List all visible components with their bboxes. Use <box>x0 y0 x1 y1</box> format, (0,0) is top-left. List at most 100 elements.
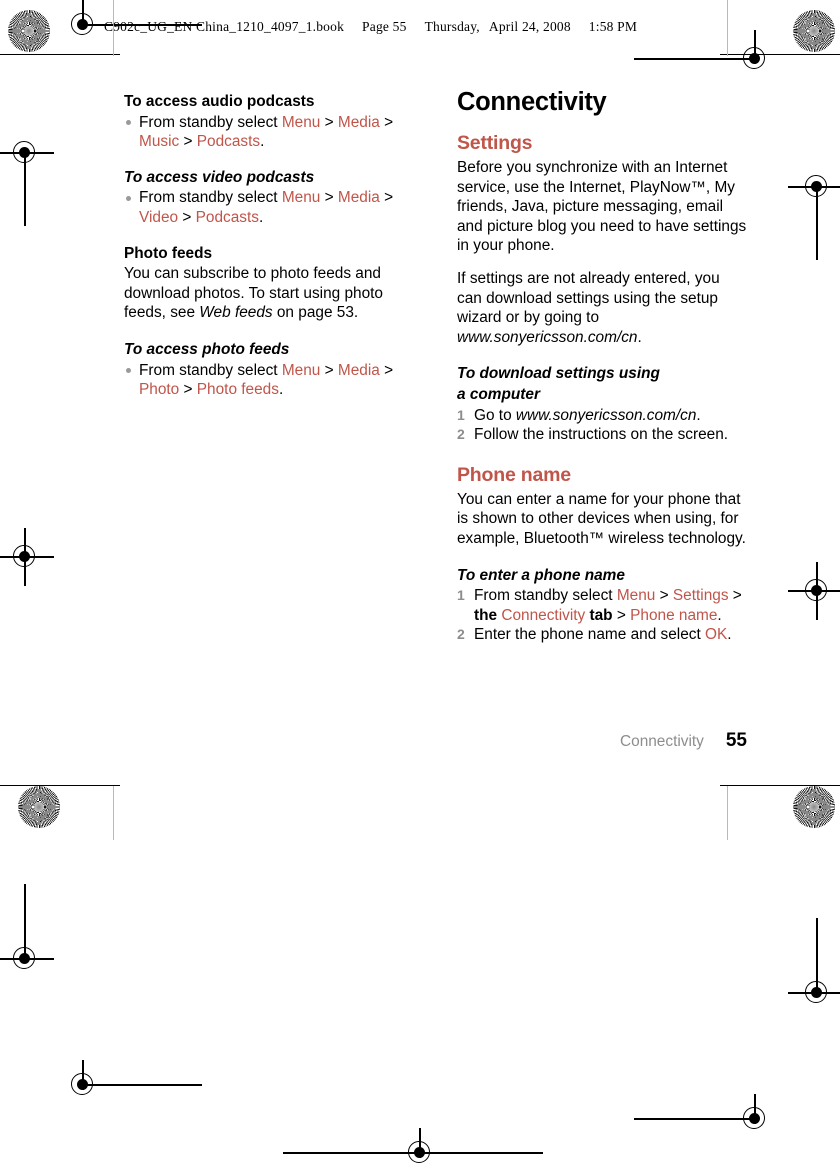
sep: > <box>320 361 338 379</box>
registration-target-top-left <box>66 0 202 42</box>
registration-target-bottom-left <box>66 1060 202 1102</box>
procedure-photo-feeds: From standby select Menu > Media > Photo… <box>124 361 424 400</box>
period: . <box>637 328 642 346</box>
period: . <box>260 133 265 151</box>
sep: > <box>179 133 197 151</box>
slug-filename: C902c_UG_EN China_1210_4097_1.book <box>104 19 345 34</box>
list-item: 2 Enter the phone name and select OK. <box>457 625 747 645</box>
registration-target-top-right <box>634 30 772 76</box>
sep: > <box>178 208 196 226</box>
heading-to-access-audio-podcasts: To access audio podcasts <box>124 93 315 110</box>
footer-chapter-name: Connectivity <box>620 733 704 750</box>
period: . <box>727 626 732 644</box>
sep: > <box>179 381 197 399</box>
slug-date: April 24, 2008 <box>488 19 571 34</box>
registration-starburst-top-right <box>793 10 835 52</box>
crop-rule-vertical-bottom-right <box>727 786 729 840</box>
menu-link-podcasts[interactable]: Podcasts <box>196 209 259 226</box>
procedure-audio-podcasts: From standby select Menu > Media > Music… <box>124 113 424 152</box>
registration-target-right-upper <box>788 170 840 260</box>
heading-to-download-settings-line2: a computer <box>457 385 540 403</box>
step-lead: Go to <box>474 406 516 424</box>
menu-link-podcasts[interactable]: Podcasts <box>197 133 260 150</box>
procedure-download-settings: 1 Go to www.sonyericsson.com/cn. 2 Follow … <box>457 406 747 445</box>
period: . <box>278 381 284 399</box>
footer-page-number: 55 <box>725 730 747 751</box>
menu-link-media[interactable]: Media <box>338 114 380 131</box>
registration-target-left-lower <box>0 884 54 976</box>
sep: > <box>320 113 338 131</box>
crop-rule-bottom-left <box>0 785 120 787</box>
bullet-dot-icon <box>126 195 131 201</box>
paragraph-photo-feeds: You can subscribe to photo feeds and dow… <box>124 264 424 323</box>
step-lead: From standby select <box>474 587 617 605</box>
crop-rule-vertical-top-right <box>727 0 729 56</box>
menu-link-video[interactable]: Video <box>139 209 178 226</box>
step-lead: Follow the instructions on the screen. <box>474 426 729 444</box>
sep: > <box>320 189 338 207</box>
menu-link-phone-name[interactable]: Phone name <box>630 607 717 624</box>
chapter-title: Connectivity <box>457 88 607 116</box>
step-lead: From standby select <box>139 113 282 131</box>
menu-link-menu[interactable]: Menu <box>282 189 321 206</box>
registration-target-bottom-center <box>283 1128 543 1170</box>
menu-link-settings[interactable]: Settings <box>673 587 729 604</box>
procedure-video-podcasts: From standby select Menu > Media > Video… <box>124 188 424 227</box>
period: . <box>258 208 264 226</box>
cross-reference-web-feeds: Web feeds <box>199 304 273 322</box>
paragraph-phone-name: You can enter a name for your phone that… <box>457 490 746 547</box>
list-item: 2 Follow the instructions on the screen. <box>457 425 747 445</box>
sep: > <box>379 113 394 131</box>
menu-link-connectivity[interactable]: Connectivity <box>501 607 585 624</box>
menu-link-music[interactable]: Music <box>139 133 179 150</box>
crop-rule-vertical-bottom-left <box>113 786 115 840</box>
slug-weekday: Thursday, <box>424 19 480 34</box>
registration-target-right-lower <box>788 918 840 1010</box>
bullet-dot-icon <box>126 368 131 374</box>
sep: > <box>612 606 631 624</box>
section-heading-phone-name: Phone name <box>457 463 571 486</box>
heading-to-access-video-podcasts: To access video podcasts <box>124 168 315 186</box>
slug-line: C902c_UG_EN China_1210_4097_1.book Page 5… <box>104 19 637 35</box>
step-number: 1 <box>457 406 465 423</box>
registration-starburst-top-left <box>8 10 50 52</box>
slug-page-label: Page 55 <box>362 19 407 34</box>
crop-rule-top-right <box>720 54 840 56</box>
crop-rule-top-left <box>0 54 120 56</box>
menu-link-menu[interactable]: Menu <box>282 114 321 131</box>
heading-to-download-settings-line1: To download settings using <box>457 365 660 383</box>
menu-link-media[interactable]: Media <box>338 189 380 206</box>
registration-target-right-middle <box>788 562 840 620</box>
paragraph-text-a: If settings are not already entered, you… <box>457 269 720 327</box>
paragraph-text-b: on page 53. <box>272 304 359 322</box>
sep: > <box>728 587 742 605</box>
paragraph-settings-download: If settings are not already entered, you… <box>457 269 747 347</box>
url-sonyericsson[interactable]: www.sonyericsson.com/cn <box>457 329 637 346</box>
sep: > <box>379 361 394 379</box>
paragraph-settings-intro: Before you synchronize with an Internet … <box>457 159 747 255</box>
list-item: 1 From standby select Menu > Settings > t… <box>457 586 747 625</box>
menu-link-menu[interactable]: Menu <box>617 587 656 604</box>
menu-link-menu[interactable]: Menu <box>282 362 321 379</box>
sep: > <box>379 189 394 207</box>
list-item: 1 Go to www.sonyericsson.com/cn. <box>457 406 747 426</box>
url-sonyericsson[interactable]: www.sonyericsson.com/cn <box>516 407 696 424</box>
slug-time: 1:58 PM <box>588 19 638 34</box>
heading-photo-feeds: Photo feeds <box>124 244 213 262</box>
period: . <box>696 406 701 424</box>
registration-target-left-upper <box>0 136 54 226</box>
step-number: 2 <box>457 626 465 643</box>
word-tab: tab <box>589 606 613 624</box>
right-text-column: Connectivity Settings Before you synchro… <box>457 88 747 645</box>
menu-link-media[interactable]: Media <box>338 362 380 379</box>
menu-link-photo[interactable]: Photo <box>139 381 179 398</box>
menu-link-ok[interactable]: OK <box>705 626 727 643</box>
procedure-enter-phone-name: 1 From standby select Menu > Settings > t… <box>457 586 747 645</box>
period: . <box>717 606 722 624</box>
menu-link-photo-feeds[interactable]: Photo feeds <box>197 381 279 398</box>
heading-to-access-photo-feeds: To access photo feeds <box>124 340 290 358</box>
registration-target-bottom-right <box>634 1094 772 1136</box>
page-footer: Connectivity 55 <box>457 730 747 752</box>
section-heading-settings: Settings <box>457 132 533 154</box>
heading-to-enter-a-phone-name: To enter a phone name <box>457 566 625 584</box>
